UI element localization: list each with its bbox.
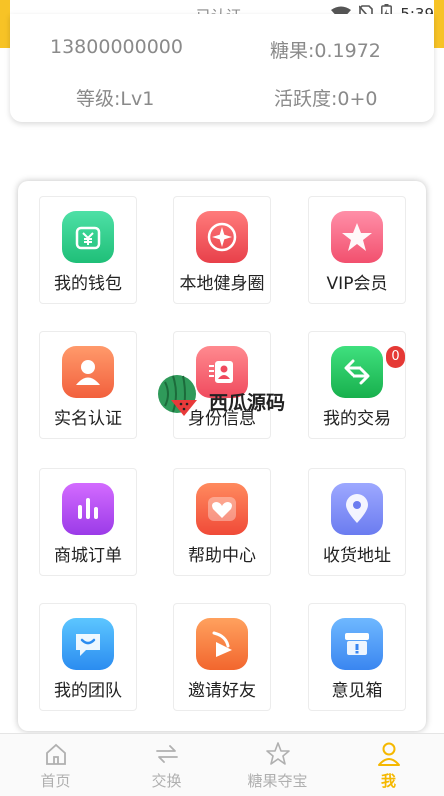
exchange-icon (156, 745, 178, 763)
phone-number: 13800000000 (50, 36, 183, 58)
tab-label: 糖果夺宝 (247, 772, 308, 790)
menu-item-local-fitness[interactable]: 本地健身圈 (173, 196, 271, 304)
watermark-text: 西瓜源码 (209, 392, 286, 414)
orders-chart-icon (62, 483, 114, 535)
menu-item-label: 意见箱 (331, 681, 383, 701)
profile-card: 13800000000 糖果:0.1972 等级:Lv1 活跃度:0+0 (10, 14, 434, 122)
menu-grid: 我的钱包 本地健身圈 VIP会员 实名认证 身份信息 我的交易 商城订单 帮助中… (18, 181, 426, 731)
activity-score: 活跃度:0+0 (274, 88, 378, 110)
menu-item-orders[interactable]: 商城订单 (39, 468, 137, 576)
tab-me[interactable]: 我 (333, 734, 444, 796)
tab-exchange[interactable]: 交换 (111, 734, 222, 796)
location-pin-icon (331, 483, 383, 535)
trade-count-badge: 0 (386, 346, 405, 368)
vip-star-icon (331, 211, 383, 263)
tab-label: 交换 (151, 772, 182, 790)
menu-item-vip[interactable]: VIP会员 (308, 196, 406, 304)
menu-item-label: 我的交易 (323, 409, 391, 429)
profile-icon (378, 742, 400, 766)
menu-item-label: 本地健身圈 (179, 274, 265, 294)
user-level: 等级:Lv1 (76, 88, 155, 110)
home-icon (46, 743, 66, 765)
trade-icon (331, 346, 383, 398)
bottom-tab-bar: 首页 交换 糖果夺宝 我 (0, 733, 444, 796)
menu-item-team[interactable]: 我的团队 (39, 603, 137, 711)
menu-item-wallet[interactable]: 我的钱包 (39, 196, 137, 304)
tab-home[interactable]: 首页 (0, 734, 111, 796)
menu-item-label: 帮助中心 (188, 546, 256, 566)
wallet-icon (62, 211, 114, 263)
menu-item-label: 邀请好友 (188, 681, 256, 701)
menu-item-label: 我的团队 (54, 681, 122, 701)
menu-item-address[interactable]: 收货地址 (308, 468, 406, 576)
tab-label: 首页 (40, 772, 71, 790)
person-verify-icon (62, 346, 114, 398)
menu-item-label: 收货地址 (323, 546, 391, 566)
menu-item-feedback[interactable]: 意见箱 (308, 603, 406, 711)
team-chat-icon (62, 618, 114, 670)
menu-item-invite[interactable]: 邀请好友 (173, 603, 271, 711)
watermelon-logo-icon (158, 375, 197, 416)
menu-item-help[interactable]: 帮助中心 (173, 468, 271, 576)
menu-item-label: VIP会员 (326, 274, 388, 294)
menu-item-label: 商城订单 (54, 546, 122, 566)
watermark: 西瓜源码 (157, 374, 285, 422)
menu-item-label: 我的钱包 (54, 274, 122, 294)
invite-play-icon (196, 618, 248, 670)
feedback-box-icon (331, 618, 383, 670)
menu-item-label: 实名认证 (54, 409, 122, 429)
star-icon (266, 742, 290, 765)
heart-help-icon (196, 483, 248, 535)
tab-label: 我 (380, 772, 396, 790)
candy-balance: 糖果:0.1972 (270, 40, 381, 62)
menu-item-real-name[interactable]: 实名认证 (39, 331, 137, 439)
local-fitness-icon (196, 211, 248, 263)
tab-candy-treasure[interactable]: 糖果夺宝 (222, 734, 333, 796)
